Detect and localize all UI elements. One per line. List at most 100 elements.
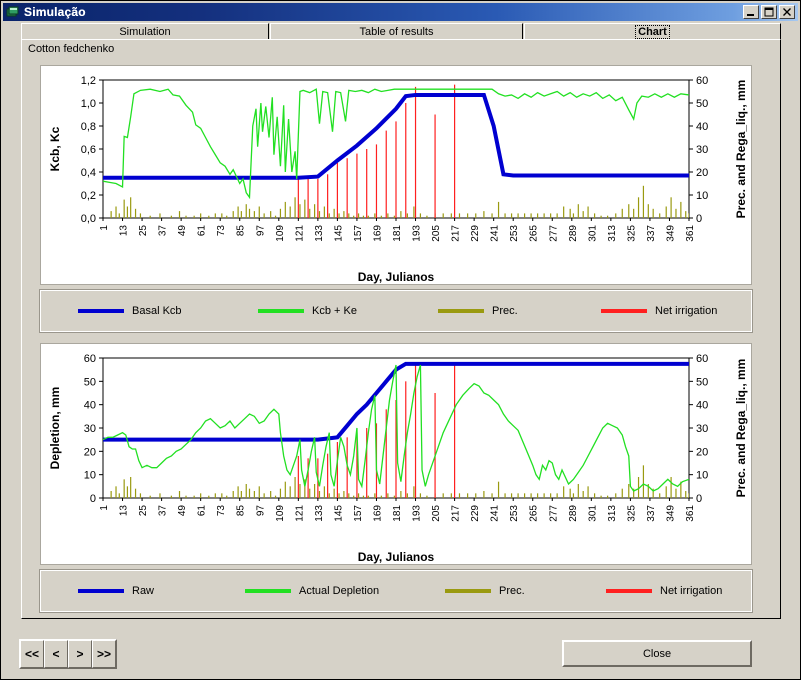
svg-text:349: 349: [665, 505, 676, 522]
svg-text:73: 73: [216, 225, 227, 237]
svg-text:0: 0: [696, 213, 702, 225]
tab-strip: Simulation Table of results Chart: [21, 23, 781, 41]
chart-page: Cotton fedchenko 0,0 0,2 0,4 0,6 0,8 1,0 1,2 0 1…: [21, 39, 781, 619]
tab-simulation-label: Simulation: [119, 25, 171, 38]
legend-label-prec-2: Prec.: [499, 585, 525, 597]
svg-text:205: 205: [431, 225, 442, 242]
svg-text:10: 10: [696, 470, 708, 482]
svg-text:325: 325: [626, 225, 637, 242]
first-record-button[interactable]: <<: [20, 640, 44, 668]
svg-text:301: 301: [587, 225, 598, 242]
close-dialog-button[interactable]: Close: [562, 640, 752, 667]
tab-chart-label: Chart: [635, 25, 670, 39]
svg-text:193: 193: [412, 505, 423, 522]
svg-text:40: 40: [696, 121, 708, 133]
kcb-chart-legend: Basal Kcb Kcb + Ke Prec. Net irrigation: [39, 289, 753, 333]
previous-record-label: <: [52, 647, 60, 661]
svg-text:20: 20: [696, 446, 708, 458]
maximize-button[interactable]: [761, 5, 777, 19]
svg-text:61: 61: [197, 505, 208, 517]
window-title: Simulação: [24, 5, 86, 19]
svg-text:85: 85: [236, 225, 247, 237]
svg-text:121: 121: [294, 505, 305, 522]
svg-text:157: 157: [353, 225, 364, 242]
next-record-button[interactable]: >: [68, 640, 92, 668]
svg-text:50: 50: [84, 376, 96, 388]
legend-swatch-net-irrigation-2: [606, 589, 652, 593]
svg-text:0,4: 0,4: [81, 167, 96, 179]
legend-swatch-prec: [438, 309, 484, 313]
svg-text:0: 0: [90, 493, 96, 505]
svg-text:241: 241: [490, 225, 501, 242]
svg-text:85: 85: [236, 505, 247, 517]
svg-text:Day, Julianos: Day, Julianos: [358, 550, 435, 564]
svg-text:313: 313: [607, 225, 618, 242]
svg-text:61: 61: [197, 225, 208, 237]
legend-swatch-basal-kcb: [78, 309, 124, 313]
svg-text:97: 97: [255, 225, 266, 237]
svg-text:169: 169: [372, 505, 383, 522]
svg-text:0,6: 0,6: [81, 144, 96, 156]
simulation-window: Simulação Simulation Table of results Ch…: [0, 0, 801, 680]
legend-item-raw: Raw: [78, 585, 154, 597]
svg-text:50: 50: [696, 376, 708, 388]
svg-text:337: 337: [646, 505, 657, 522]
legend-item-net-irrigation: Net irrigation: [601, 305, 717, 317]
svg-text:60: 60: [696, 75, 708, 87]
app-icon: [6, 6, 20, 19]
tab-simulation[interactable]: Simulation: [21, 23, 269, 40]
svg-text:60: 60: [84, 353, 96, 365]
legend-swatch-prec-2: [445, 589, 491, 593]
crop-name-label: Cotton fedchenko: [28, 43, 115, 55]
previous-record-button[interactable]: <: [44, 640, 68, 668]
svg-text:157: 157: [353, 505, 364, 522]
svg-text:217: 217: [451, 225, 462, 242]
minimize-button[interactable]: [743, 5, 759, 19]
svg-text:313: 313: [607, 505, 618, 522]
svg-text:73: 73: [216, 505, 227, 517]
close-button[interactable]: [779, 5, 795, 19]
svg-text:289: 289: [568, 505, 579, 522]
svg-text:241: 241: [490, 505, 501, 522]
tab-table-of-results[interactable]: Table of results: [270, 23, 523, 40]
svg-text:1,2: 1,2: [81, 75, 96, 87]
svg-text:0,0: 0,0: [81, 213, 96, 225]
svg-text:145: 145: [333, 505, 344, 522]
svg-text:205: 205: [431, 505, 442, 522]
svg-text:121: 121: [294, 225, 305, 242]
svg-text:133: 133: [314, 505, 325, 522]
svg-text:30: 30: [696, 423, 708, 435]
svg-text:30: 30: [84, 423, 96, 435]
svg-text:181: 181: [392, 505, 403, 522]
legend-swatch-raw: [78, 589, 124, 593]
svg-text:50: 50: [696, 98, 708, 110]
kcb-chart-svg: 0,00,20,40,60,81,01,201020304050601 13 25 3…: [48, 75, 748, 284]
legend-item-basal-kcb: Basal Kcb: [78, 305, 182, 317]
svg-text:349: 349: [665, 225, 676, 242]
window-titlebar: Simulação: [3, 3, 798, 21]
svg-text:337: 337: [646, 225, 657, 242]
legend-label-net-irrigation-2: Net irrigation: [660, 585, 723, 597]
svg-text:169: 169: [372, 225, 383, 242]
svg-text:37: 37: [158, 225, 169, 237]
depletion-chart-panel: 0 10 20 30 40 50 60 0 10 20 30 40 50 60 1 13 25 37 49 61 73 8…: [40, 343, 752, 565]
svg-text:145: 145: [333, 225, 344, 242]
svg-text:0,8: 0,8: [81, 121, 96, 133]
svg-text:109: 109: [275, 505, 286, 522]
svg-text:253: 253: [509, 505, 520, 522]
svg-text:20: 20: [696, 167, 708, 179]
depletion-chart-legend: Raw Actual Depletion Prec. Net irrigatio…: [39, 569, 753, 613]
svg-text:0,2: 0,2: [81, 190, 96, 202]
svg-text:Day, Julianos: Day, Julianos: [358, 270, 435, 284]
svg-text:49: 49: [177, 505, 188, 517]
svg-text:49: 49: [177, 225, 188, 237]
svg-text:265: 265: [529, 505, 540, 522]
svg-text:325: 325: [626, 505, 637, 522]
last-record-button[interactable]: >>: [92, 640, 116, 668]
legend-item-prec: Prec.: [438, 305, 518, 317]
svg-text:Prec. and Rega_liq., mm: Prec. and Rega_liq., mm: [734, 80, 748, 219]
svg-text:1,0: 1,0: [81, 98, 96, 110]
svg-text:13: 13: [119, 225, 130, 237]
svg-text:229: 229: [470, 225, 481, 242]
kcb-chart-panel: 0,0 0,2 0,4 0,6 0,8 1,0 1,2 0 10 20 30 40 50 60 1 13 25 3…: [40, 65, 752, 285]
